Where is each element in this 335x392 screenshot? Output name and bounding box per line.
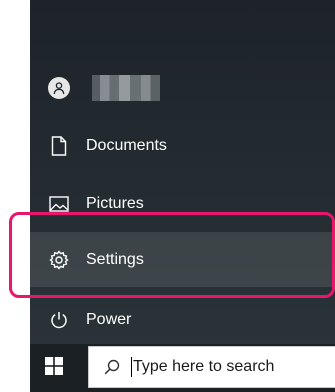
gear-icon [48, 249, 70, 271]
windows-logo-icon [45, 356, 63, 380]
user-account-button[interactable] [30, 60, 335, 115]
document-icon [48, 135, 70, 157]
start-item-documents[interactable]: Documents [30, 118, 335, 173]
start-item-label: Documents [86, 136, 167, 154]
search-icon [103, 358, 121, 376]
start-button[interactable] [30, 344, 78, 392]
start-item-settings[interactable]: Settings [30, 232, 335, 287]
power-icon [48, 309, 70, 331]
screenshot-stage: Documents Pictures Settings Power Type h… [0, 0, 335, 392]
taskbar: Type here to search [30, 344, 335, 392]
start-item-label: Settings [86, 250, 144, 268]
search-input[interactable]: Type here to search [88, 346, 335, 388]
start-item-label: Pictures [86, 194, 144, 212]
search-placeholder: Type here to search [133, 358, 275, 375]
text-caret [131, 357, 132, 377]
start-item-power[interactable]: Power [30, 292, 335, 347]
picture-icon [48, 193, 70, 215]
person-icon [48, 76, 70, 99]
user-avatar [48, 76, 70, 99]
start-item-pictures[interactable]: Pictures [30, 176, 335, 231]
start-item-label: Power [86, 310, 132, 328]
username-redacted [92, 74, 160, 101]
start-menu: Documents Pictures Settings Power [30, 0, 335, 344]
